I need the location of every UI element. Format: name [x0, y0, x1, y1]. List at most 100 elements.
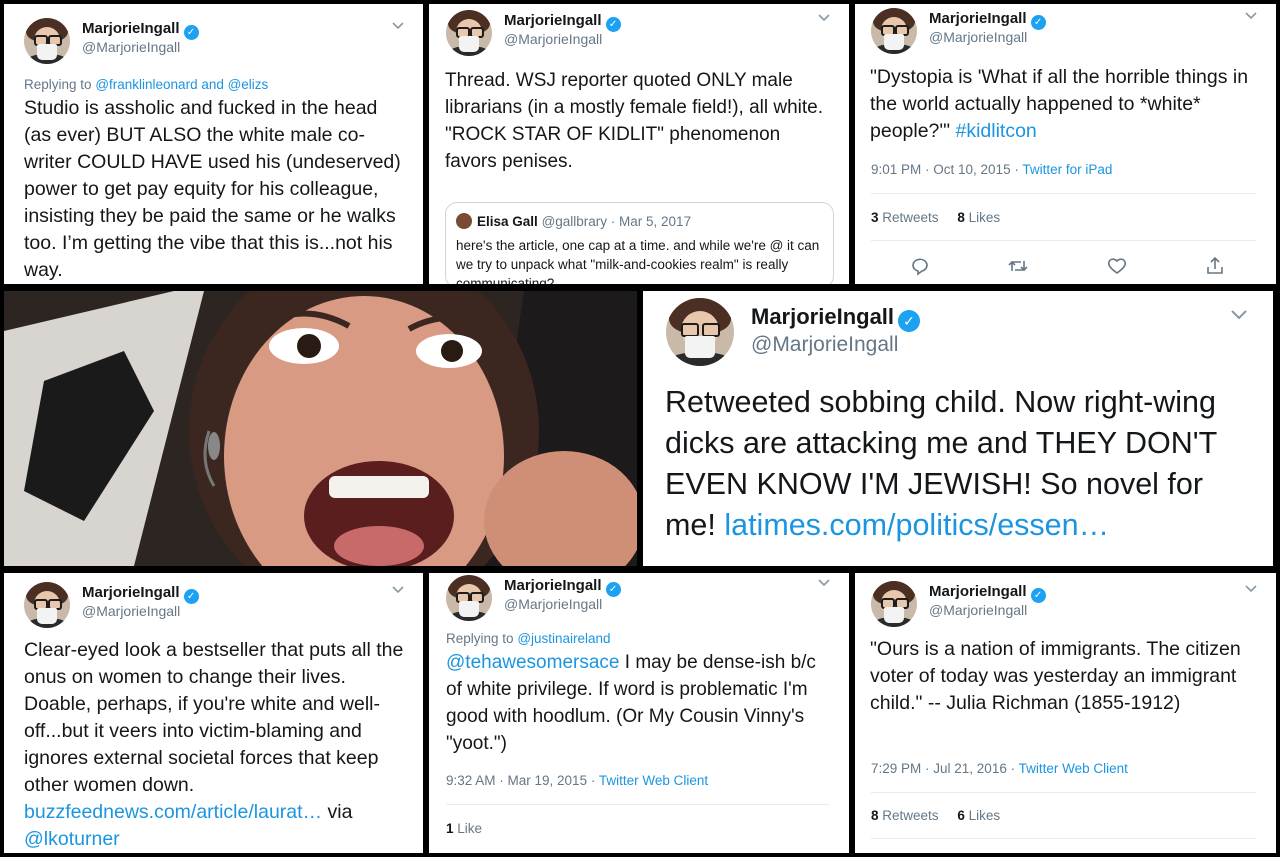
retweets-label[interactable]: Retweets: [882, 210, 938, 225]
author-handle[interactable]: @MarjorieIngall: [504, 31, 602, 47]
author-name[interactable]: MarjorieIngall ✓: [929, 10, 1046, 30]
author-name-text[interactable]: MarjorieIngall: [82, 20, 180, 37]
client-link[interactable]: Twitter for iPad: [1022, 162, 1112, 177]
author-name[interactable]: MarjorieIngall ✓: [504, 577, 621, 597]
selfie-illustration: [4, 291, 637, 566]
tweet-header: MarjorieIngall ✓ @MarjorieIngall: [446, 575, 835, 631]
chevron-down-icon[interactable]: [1229, 304, 1249, 324]
retweet-count[interactable]: 8: [871, 808, 879, 823]
author-name[interactable]: MarjorieIngall ✓: [929, 583, 1046, 603]
timestamp-text[interactable]: 9:01 PM · Oct 10, 2015 ·: [871, 162, 1019, 177]
timestamp-text[interactable]: 7:29 PM · Jul 21, 2016 ·: [871, 761, 1015, 776]
tweet-stats: 1 Like: [446, 821, 482, 836]
tweet-card-1: MarjorieIngall ✓ @MarjorieIngall Replying…: [4, 4, 423, 284]
article-link[interactable]: latimes.com/politics/essen…: [724, 508, 1109, 542]
avatar[interactable]: [24, 582, 70, 628]
client-link[interactable]: Twitter Web Client: [1019, 761, 1128, 776]
tweet-card-6: MarjorieIngall ✓ @MarjorieIngall Replying…: [429, 573, 849, 853]
author-handle[interactable]: @MarjorieIngall: [82, 39, 180, 55]
tweet-text: Clear-eyed look a bestseller that puts a…: [24, 637, 409, 853]
hashtag-link[interactable]: #kidlitcon: [955, 120, 1036, 142]
verified-badge-icon: ✓: [1030, 15, 1046, 30]
author-name-text[interactable]: MarjorieIngall: [504, 12, 602, 29]
reply-users-link[interactable]: @justinaireland: [517, 631, 610, 646]
author-handle[interactable]: @MarjorieIngall: [929, 602, 1027, 618]
author-name-text[interactable]: MarjorieIngall: [929, 10, 1027, 27]
tweet-header: MarjorieIngall ✓ @MarjorieIngall: [871, 8, 1262, 64]
avatar[interactable]: [446, 575, 492, 621]
author-name[interactable]: MarjorieIngall ✓: [82, 20, 199, 40]
chevron-down-icon[interactable]: [391, 582, 405, 596]
verified-badge-icon: ✓: [605, 582, 621, 597]
tweet-header: MarjorieIngall ✓ @MarjorieIngall: [24, 18, 409, 74]
reply-users-link[interactable]: @franklinleonard and @elizs: [95, 77, 268, 92]
chevron-down-icon[interactable]: [1244, 581, 1258, 595]
verified-badge-icon: ✓: [898, 310, 921, 332]
reply-context: Replying to @justinaireland: [446, 631, 611, 646]
likes-label[interactable]: Likes: [969, 808, 1001, 823]
tweet-stats: 8 Retweets 6 Likes: [871, 808, 1000, 823]
author-handle[interactable]: @MarjorieIngall: [929, 29, 1027, 45]
tweet-timestamp: 9:32 AM · Mar 19, 2015 · Twitter Web Cli…: [446, 773, 708, 788]
avatar[interactable]: [871, 8, 917, 54]
tweet-header: MarjorieIngall ✓ @MarjorieIngall: [446, 10, 835, 66]
tweet-text: Studio is assholic and fucked in the hea…: [24, 97, 401, 281]
like-count[interactable]: 1: [446, 821, 454, 836]
tweet-text: @tehawesomersace I may be dense-ish b/c …: [446, 649, 835, 757]
retweet-count[interactable]: 3: [871, 210, 879, 225]
likes-label[interactable]: Likes: [969, 210, 1001, 225]
divider: [871, 792, 1256, 793]
quote-header: Elisa Gall @gallbrary · Mar 5, 2017: [456, 213, 691, 229]
author-name-text[interactable]: MarjorieIngall: [82, 584, 180, 601]
avatar[interactable]: [666, 298, 734, 366]
tweet-timestamp: 9:01 PM · Oct 10, 2015 · Twitter for iPa…: [871, 162, 1112, 177]
quote-text: here's the article, one cap at a time. a…: [456, 238, 820, 284]
author-name-text[interactable]: MarjorieIngall: [751, 304, 894, 329]
mention-link[interactable]: @lkoturner: [24, 828, 120, 850]
share-icon[interactable]: [1204, 255, 1226, 277]
chevron-down-icon[interactable]: [817, 575, 831, 589]
quote-avatar: [456, 213, 472, 229]
divider: [871, 838, 1256, 839]
tweet-text-content: Clear-eyed look a bestseller that puts a…: [24, 639, 404, 796]
chevron-down-icon[interactable]: [817, 10, 831, 24]
retweets-label[interactable]: Retweets: [882, 808, 938, 823]
like-count[interactable]: 8: [957, 210, 965, 225]
author-handle[interactable]: @MarjorieIngall: [751, 333, 898, 357]
reply-prefix: Replying to: [24, 77, 92, 92]
author-handle[interactable]: @MarjorieIngall: [82, 603, 180, 619]
avatar[interactable]: [446, 10, 492, 56]
author-name[interactable]: MarjorieIngall ✓: [751, 304, 921, 332]
avatar[interactable]: [24, 18, 70, 64]
reply-icon[interactable]: [909, 255, 931, 277]
quoted-tweet[interactable]: Elisa Gall @gallbrary · Mar 5, 2017 here…: [445, 202, 834, 284]
author-name[interactable]: MarjorieIngall ✓: [82, 584, 199, 604]
divider: [871, 193, 1256, 194]
author-name-text[interactable]: MarjorieIngall: [504, 577, 602, 594]
retweet-icon[interactable]: [1007, 255, 1029, 277]
chevron-down-icon[interactable]: [1244, 8, 1258, 22]
quote-author-handle: @gallbrary · Mar 5, 2017: [541, 214, 692, 229]
tweet-text: "Dystopia is 'What if all the horrible t…: [870, 64, 1262, 145]
author-handle[interactable]: @MarjorieIngall: [504, 596, 602, 612]
avatar[interactable]: [871, 581, 917, 627]
client-link[interactable]: Twitter Web Client: [599, 773, 708, 788]
timestamp-text[interactable]: 9:32 AM · Mar 19, 2015 ·: [446, 773, 595, 788]
article-link[interactable]: buzzfeednews.com/article/laurat…: [24, 801, 322, 823]
verified-badge-icon: ✓: [1030, 588, 1046, 603]
likes-label[interactable]: Like: [457, 821, 482, 836]
action-bar: [909, 255, 1226, 277]
tweet-card-2: MarjorieIngall ✓ @MarjorieIngall Thread. …: [429, 4, 849, 284]
tweet-header: MarjorieIngall ✓ @MarjorieIngall: [24, 582, 409, 638]
verified-badge-icon: ✓: [183, 589, 199, 604]
verified-badge-icon: ✓: [605, 17, 621, 32]
like-count[interactable]: 6: [957, 808, 965, 823]
selfie-photo: [4, 291, 637, 566]
divider: [871, 240, 1256, 241]
author-name[interactable]: MarjorieIngall ✓: [504, 12, 621, 32]
mention-link[interactable]: @tehawesomersace: [446, 652, 619, 673]
tweet-stats: 3 Retweets 8 Likes: [871, 210, 1000, 225]
chevron-down-icon[interactable]: [391, 18, 405, 32]
heart-icon[interactable]: [1106, 255, 1128, 277]
author-name-text[interactable]: MarjorieIngall: [929, 583, 1027, 600]
